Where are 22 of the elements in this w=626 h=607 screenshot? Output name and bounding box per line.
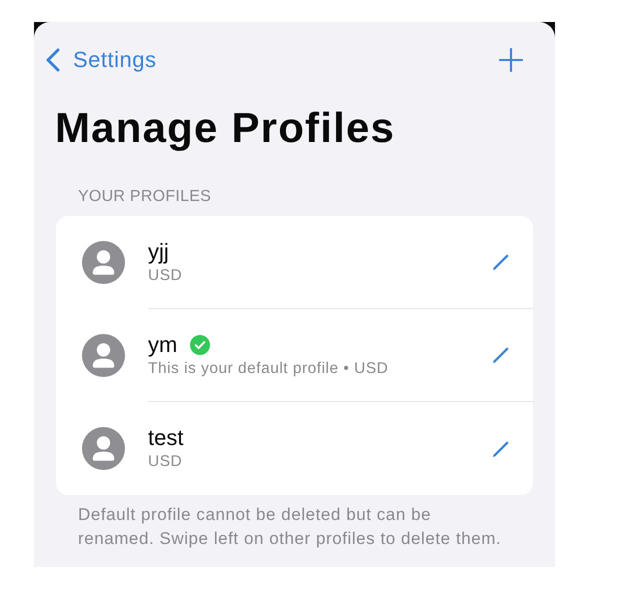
avatar-icon [82, 334, 125, 378]
edit-button[interactable] [492, 440, 510, 458]
edit-button[interactable] [492, 346, 510, 364]
back-chevron-icon [45, 48, 60, 72]
pencil-icon [492, 346, 510, 364]
section-header: YOUR PROFILES [78, 188, 212, 206]
footer-note: Default profile cannot be deleted but can be renamed. Swipe left on other profiles to delete them. [78, 504, 502, 550]
edit-button[interactable] [492, 253, 510, 272]
pencil-icon [492, 440, 510, 458]
profile-name: ym [148, 332, 178, 357]
plus-icon [499, 48, 523, 72]
avatar-icon [82, 241, 125, 284]
profile-subtitle: USD [148, 266, 184, 285]
profile-name: test [148, 426, 184, 450]
page-title: Manage Profiles [55, 103, 396, 153]
add-button[interactable] [499, 48, 523, 72]
avatar-icon [82, 427, 125, 470]
profile-subtitle: This is your default profile • USD [148, 360, 390, 378]
pencil-icon [492, 253, 510, 272]
profile-name: yjj [148, 240, 169, 264]
profile-subtitle: USD [148, 453, 184, 472]
back-button[interactable]: Settings [45, 47, 156, 73]
